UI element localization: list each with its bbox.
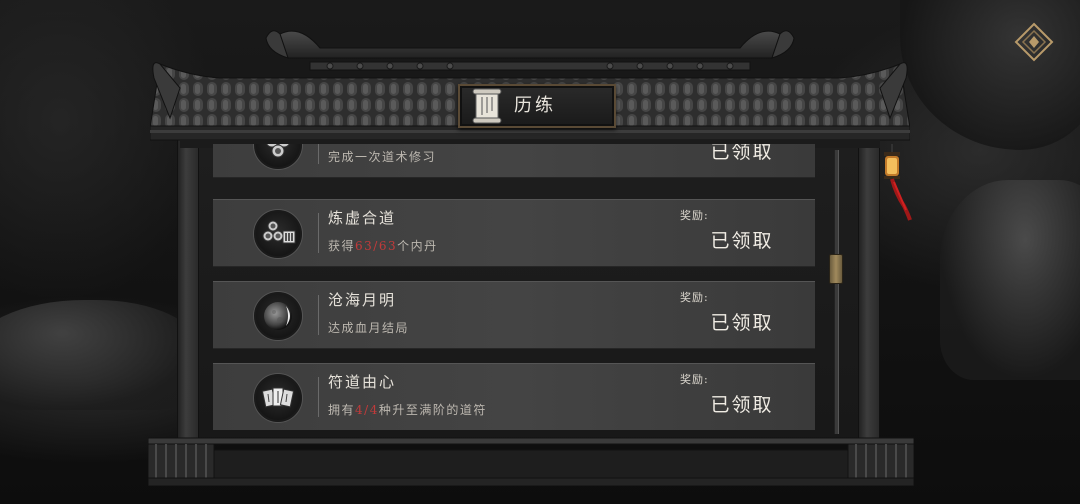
task-icon	[254, 374, 302, 422]
rock-right	[940, 180, 1080, 380]
task-desc: 达成血月结局	[328, 321, 410, 335]
task-desc: 完成一次道术修习	[328, 150, 437, 164]
orbs-icon	[266, 144, 290, 158]
task-name: 符道由心	[328, 373, 397, 391]
scrollbar-thumb[interactable]	[829, 254, 843, 284]
row-divider	[318, 213, 319, 253]
talisman-cards-icon	[261, 387, 295, 408]
task-icon	[254, 144, 302, 169]
orbs-roman-three-icon	[262, 220, 296, 244]
task-name: 沧海月明	[328, 291, 397, 309]
claimed-button[interactable]: 已领取	[703, 391, 781, 419]
panel-title: 历练	[514, 95, 556, 116]
progress-highlight: 4/4	[355, 403, 379, 417]
progress-highlight: 63/63	[355, 239, 398, 253]
title-plaque: 历练	[458, 84, 616, 128]
diamond-emblem-icon[interactable]	[1014, 22, 1054, 62]
task-row: 完成一次道术修习 已领取	[213, 144, 815, 178]
rock-left	[0, 300, 200, 410]
game-background: 历练 完成一次道术修习 已领取 炼虚合道 获得63/63个内丹 奖励: 已领取 …	[0, 0, 1080, 504]
task-desc: 拥有4/4种升至满阶的道符	[328, 403, 487, 417]
row-divider	[318, 377, 319, 417]
task-name: 炼虚合道	[328, 209, 397, 227]
claimed-button[interactable]: 已领取	[703, 227, 781, 255]
task-icon	[254, 210, 302, 258]
row-divider	[318, 144, 319, 164]
pavilion-base	[148, 437, 914, 486]
reward-label: 奖励:	[680, 291, 709, 304]
lantern-icon	[884, 144, 912, 221]
task-desc: 获得63/63个内丹	[328, 239, 438, 253]
claimed-button[interactable]: 已领取	[703, 309, 781, 337]
reward-label: 奖励:	[680, 373, 709, 386]
task-row: 沧海月明 达成血月结局 奖励: 已领取	[213, 281, 815, 349]
task-list[interactable]: 完成一次道术修习 已领取 炼虚合道 获得63/63个内丹 奖励: 已领取 沧海月…	[213, 144, 815, 430]
scroll-icon	[472, 88, 502, 124]
scrollbar-track[interactable]	[834, 150, 839, 434]
pillar-right	[858, 140, 880, 470]
task-icon	[254, 292, 302, 340]
task-row: 炼虚合道 获得63/63个内丹 奖励: 已领取	[213, 199, 815, 267]
row-divider	[318, 295, 319, 335]
moon-icon	[264, 302, 292, 330]
reward-label: 奖励:	[680, 209, 709, 222]
claimed-button[interactable]: 已领取	[703, 144, 781, 166]
pillar-left	[177, 140, 199, 470]
task-row: 符道由心 拥有4/4种升至满阶的道符 奖励: 已领取	[213, 363, 815, 430]
